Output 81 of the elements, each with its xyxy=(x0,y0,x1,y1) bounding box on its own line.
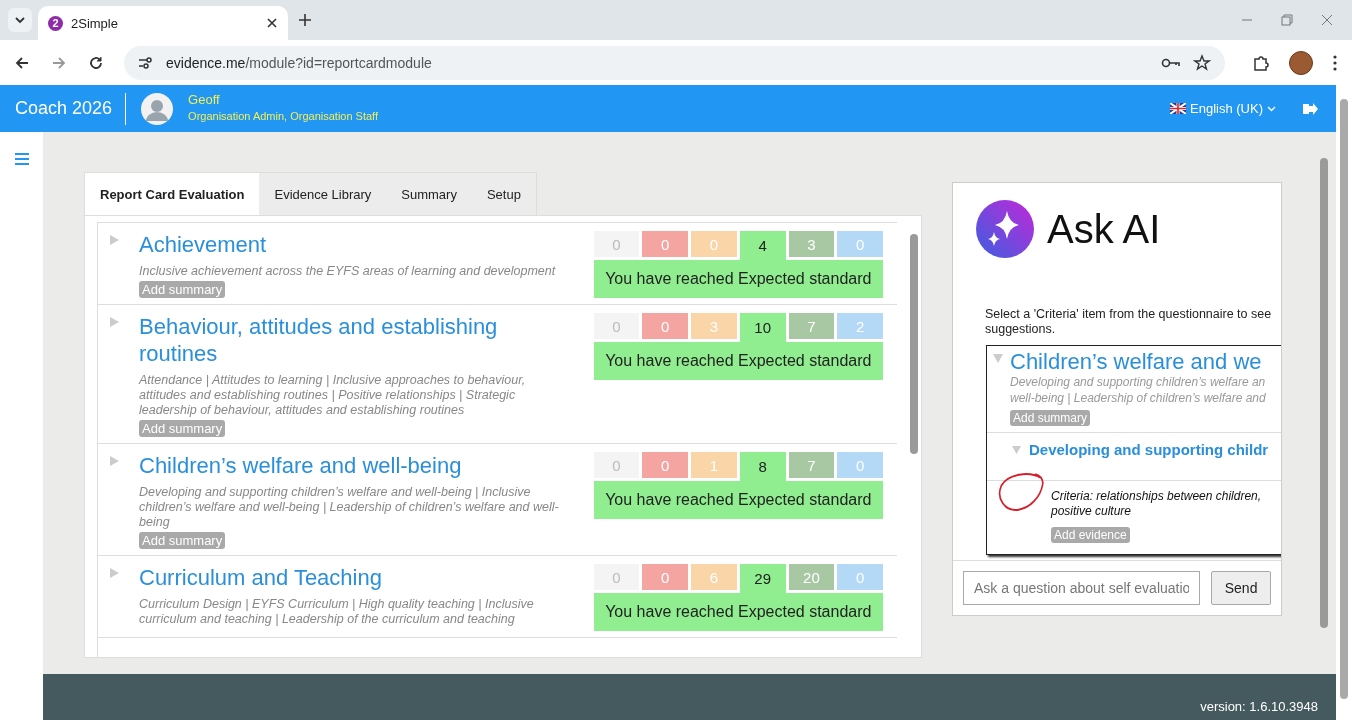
score-box[interactable]: 3 xyxy=(691,313,737,339)
user-name[interactable]: Geoff xyxy=(188,91,379,107)
score-box[interactable]: 20 xyxy=(788,564,835,590)
add-summary-button[interactable]: Add summary xyxy=(139,281,226,298)
section-description: Curriculum Design | EYFS Curriculum | High quality teaching | Inclusive curriculum and teaching | Leadership of the curriculum and teaching xyxy=(139,597,535,627)
section-description: Inclusive achievement across the EYFS areas of learning and development xyxy=(139,264,557,279)
restore-icon[interactable] xyxy=(1280,13,1294,27)
instruction-text: Select a 'Criteria' item from the questionnaire to see suggestions. xyxy=(984,306,1273,337)
tab[interactable]: Report Card Evaluation xyxy=(85,173,260,215)
profile-avatar[interactable] xyxy=(1289,50,1313,75)
preview-subtitle: Developing and supporting childr xyxy=(1029,441,1269,458)
status-banner: You have reached Expected standard xyxy=(593,593,883,631)
flag-icon xyxy=(1170,103,1187,114)
star-icon[interactable] xyxy=(1193,53,1211,72)
app-title: Coach 2026 xyxy=(15,98,113,119)
status-banner: You have reached Expected standard xyxy=(593,481,883,519)
new-tab-icon[interactable] xyxy=(298,13,312,27)
tab[interactable]: Evidence Library xyxy=(259,173,387,215)
chevron-down-icon xyxy=(1267,104,1276,113)
more-icon[interactable] xyxy=(1332,53,1338,72)
url-text: evidence.me/module?id=reportcardmodule xyxy=(166,54,432,71)
score-box[interactable]: 7 xyxy=(788,313,835,339)
score-box[interactable]: 0 xyxy=(837,564,883,590)
criteria-text: Criteria: relationships between children, xyxy=(1051,489,1263,504)
preview-description: well-being | Leadership of children’s welfare and xyxy=(1010,390,1266,406)
score-box[interactable]: 29 xyxy=(739,564,786,593)
score-box[interactable]: 0 xyxy=(642,313,689,339)
score-box[interactable]: 7 xyxy=(788,452,835,478)
score-box[interactable]: 0 xyxy=(593,564,640,590)
score-box[interactable]: 0 xyxy=(837,231,883,257)
score-box[interactable]: 8 xyxy=(739,452,786,481)
puzzle-icon[interactable] xyxy=(1252,53,1270,72)
score-box[interactable]: 0 xyxy=(691,231,737,257)
ask-ai-title: Ask AI xyxy=(1047,206,1161,252)
section-description: Developing and supporting children’s welfare and well-being | Inclusive children’s welfare and well-being | Leadership of children’s welfare and well-being xyxy=(139,485,560,530)
score-box[interactable]: 0 xyxy=(593,231,640,257)
language-selector[interactable]: English (UK) xyxy=(1170,101,1276,116)
site-favicon: 2 xyxy=(48,15,63,31)
address-bar[interactable]: evidence.me/module?id=reportcardmodule xyxy=(124,45,1225,80)
collapse-arrow-icon xyxy=(993,354,1003,363)
section-title[interactable]: Curriculum and Teaching xyxy=(139,564,574,591)
score-box[interactable]: 0 xyxy=(593,452,640,478)
add-summary-button[interactable]: Add summary xyxy=(139,532,226,549)
tab[interactable]: Summary xyxy=(386,173,472,215)
tab-title: 2Simple xyxy=(71,15,119,31)
score-box[interactable]: 3 xyxy=(788,231,835,257)
send-button[interactable]: Send xyxy=(1211,571,1271,605)
score-box[interactable]: 1 xyxy=(691,452,737,478)
browser-tab[interactable]: 2 2Simple xyxy=(38,6,288,40)
section-title[interactable]: Achievement xyxy=(139,231,574,258)
chevron-down-icon xyxy=(14,14,26,26)
criteria-text: positive culture xyxy=(1051,504,1133,519)
sparkle-logo-icon xyxy=(975,199,1035,259)
score-box[interactable]: 4 xyxy=(739,231,786,260)
logout-icon[interactable] xyxy=(1302,101,1318,116)
user-roles: Organisation Admin, Organisation Staff xyxy=(188,109,379,122)
question-input[interactable]: Ask a question about self evaluatio xyxy=(963,571,1201,605)
close-window-icon[interactable] xyxy=(1320,13,1334,27)
preview-title: Children’s welfare and we xyxy=(1010,350,1263,374)
score-box[interactable]: 0 xyxy=(642,452,689,478)
menu-icon[interactable] xyxy=(13,152,30,166)
score-box[interactable]: 2 xyxy=(837,313,883,339)
score-box[interactable]: 0 xyxy=(837,452,883,478)
score-box[interactable]: 6 xyxy=(691,564,737,590)
section-description: Attendance | Attitudes to learning | Inclusive approaches to behaviour, attitudes and establishing routines | Positive relationships | Strategic leadership of behaviour, attitudes and establishing routines xyxy=(139,373,527,418)
version-text: version: 1.6.10.3948 xyxy=(1200,699,1318,714)
tab[interactable]: Setup xyxy=(471,173,536,215)
collapse-arrow-icon xyxy=(1012,445,1021,454)
score-box[interactable]: 10 xyxy=(739,313,786,342)
section-title[interactable]: Behaviour, attitudes and establishing routines xyxy=(139,313,574,367)
score-box[interactable]: 0 xyxy=(642,564,689,590)
close-icon[interactable] xyxy=(266,17,278,29)
user-avatar xyxy=(141,92,174,125)
preview-description: Developing and supporting children’s welfare an xyxy=(1010,374,1266,390)
score-box[interactable]: 0 xyxy=(593,313,640,339)
score-box[interactable]: 0 xyxy=(642,231,689,257)
status-banner: You have reached Expected standard xyxy=(593,260,883,298)
add-summary-button[interactable]: Add summary xyxy=(139,420,226,437)
tab-search-button[interactable] xyxy=(8,8,32,32)
section-title[interactable]: Children’s welfare and well-being xyxy=(139,452,574,479)
status-banner: You have reached Expected standard xyxy=(593,342,883,380)
